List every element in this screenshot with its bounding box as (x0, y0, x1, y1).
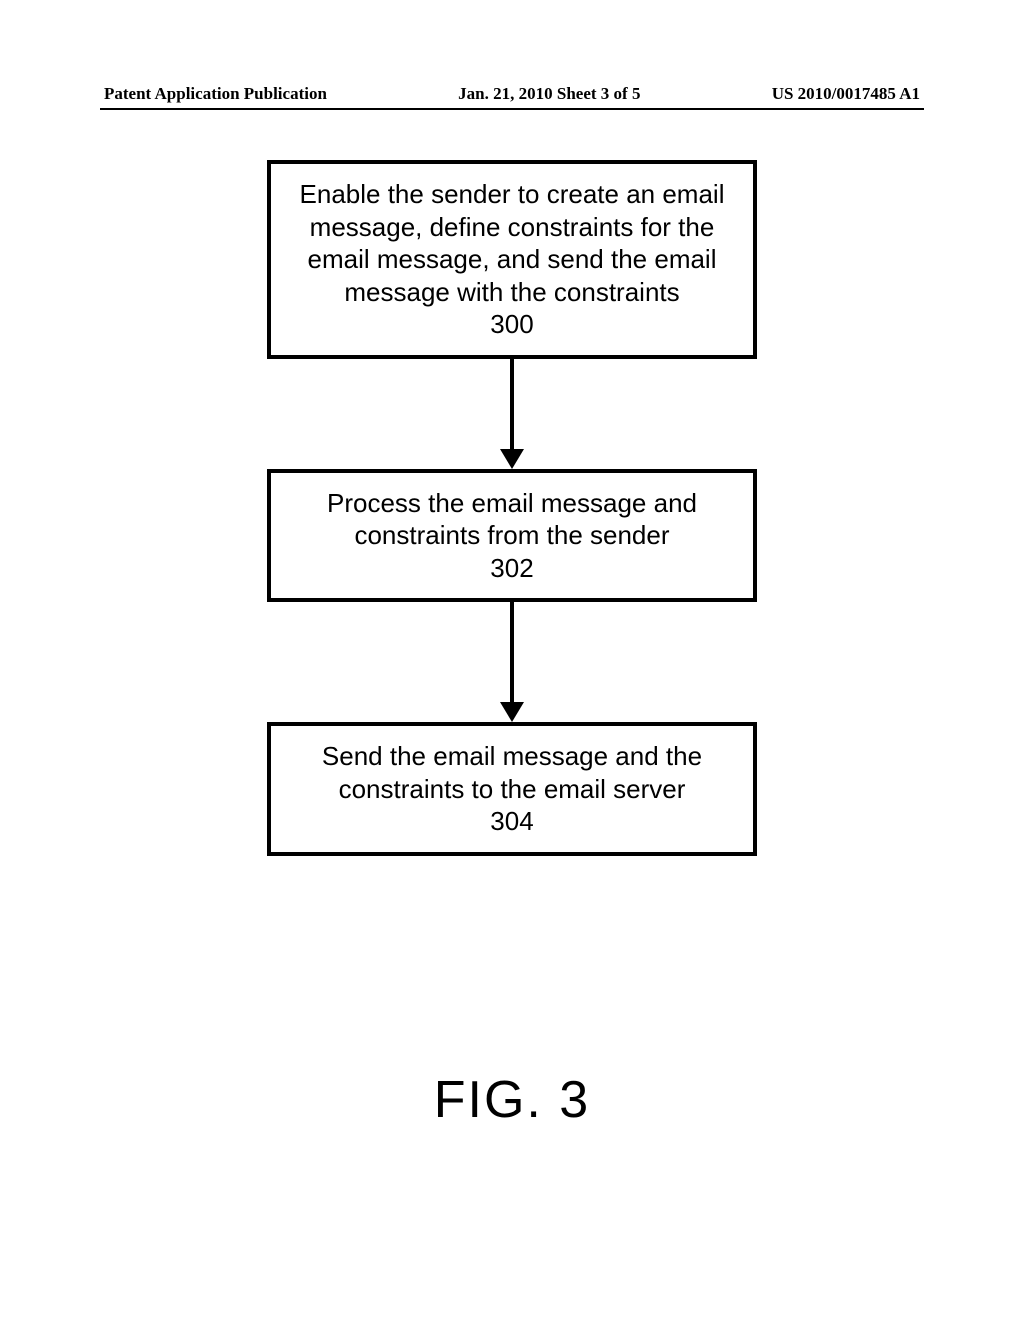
arrow-down-icon (500, 449, 524, 469)
header-date-sheet: Jan. 21, 2010 Sheet 3 of 5 (458, 84, 640, 104)
arrow-down-icon (500, 702, 524, 722)
header-publication-type: Patent Application Publication (104, 84, 327, 104)
figure-label: FIG. 3 (0, 1070, 1024, 1130)
flow-arrow-2 (500, 602, 524, 722)
flow-step-number: 300 (289, 308, 735, 341)
flow-step-text: Send the email message and the constrain… (289, 740, 735, 805)
header-publication-number: US 2010/0017485 A1 (772, 84, 920, 104)
flow-step-text: Process the email message and constraint… (289, 487, 735, 552)
patent-figure-page: Patent Application Publication Jan. 21, … (0, 0, 1024, 1320)
page-header: Patent Application Publication Jan. 21, … (104, 84, 920, 104)
arrow-stem (510, 602, 514, 702)
arrow-stem (510, 359, 514, 449)
header-rule (100, 108, 924, 110)
flow-step-304: Send the email message and the constrain… (267, 722, 757, 856)
flow-step-300: Enable the sender to create an email mes… (267, 160, 757, 359)
flowchart: Enable the sender to create an email mes… (0, 160, 1024, 856)
flow-arrow-1 (500, 359, 524, 469)
flow-step-number: 302 (289, 552, 735, 585)
flow-step-number: 304 (289, 805, 735, 838)
flow-step-text: Enable the sender to create an email mes… (289, 178, 735, 308)
flow-step-302: Process the email message and constraint… (267, 469, 757, 603)
